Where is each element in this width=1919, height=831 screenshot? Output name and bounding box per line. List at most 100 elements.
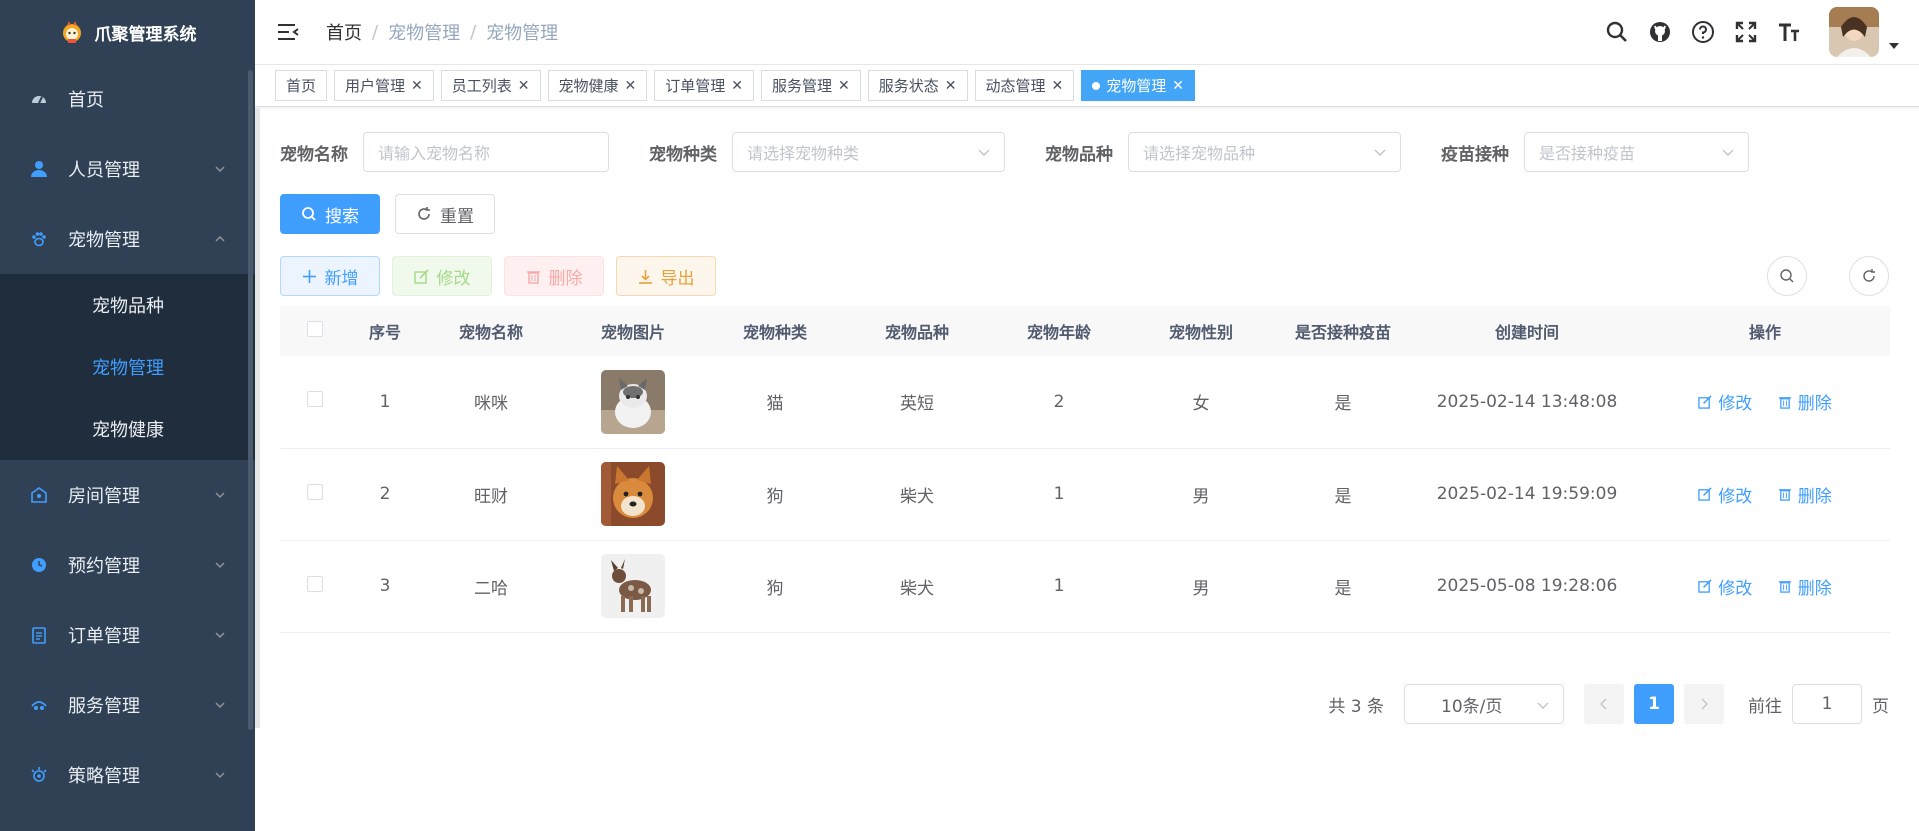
caret-down-icon[interactable]	[1889, 43, 1899, 49]
search-icon	[1780, 269, 1794, 283]
search-icon[interactable]	[1604, 19, 1630, 45]
navbar: 首页 / 宠物管理 / 宠物管理	[255, 0, 1919, 65]
breadcrumb-separator: /	[470, 21, 477, 43]
sidebar-item-home[interactable]: 首页	[0, 64, 255, 134]
cell-age: 2	[1053, 391, 1065, 412]
edit-button[interactable]: 修改	[392, 256, 492, 296]
tag-pet-health[interactable]: 宠物健康 ✕	[547, 70, 648, 101]
row-checkbox[interactable]	[307, 391, 323, 408]
cell-actions: 修改 删除	[1640, 356, 1890, 448]
row-edit-button[interactable]: 修改	[1698, 389, 1752, 414]
row-select-cell	[280, 356, 350, 448]
tag-service-manage[interactable]: 服务管理 ✕	[761, 70, 861, 101]
cell-created-time: 2025-05-08 19:28:06	[1436, 576, 1618, 596]
column-header: 宠物种类	[742, 323, 807, 342]
add-button[interactable]: 新增	[280, 256, 380, 296]
cell-name: 旺财	[474, 486, 508, 507]
sidebar-item-orders[interactable]: 订单管理	[0, 600, 255, 670]
close-icon[interactable]: ✕	[731, 78, 743, 94]
vaccine-select[interactable]: 是否接种疫苗	[1524, 132, 1749, 172]
pet-name-placeholder: 请输入宠物名称	[378, 144, 491, 163]
close-icon[interactable]: ✕	[1052, 78, 1064, 94]
vaccine-placeholder: 是否接种疫苗	[1539, 144, 1636, 163]
row-edit-button[interactable]: 修改	[1698, 574, 1752, 599]
pet-image-shiba[interactable]	[601, 462, 665, 526]
goto-page-input[interactable]: 1	[1792, 684, 1862, 724]
reset-button[interactable]: 重置	[395, 194, 495, 234]
search-button[interactable]: 搜索	[280, 194, 380, 234]
add-button-label: 新增	[324, 268, 359, 289]
row-edit-label: 修改	[1718, 394, 1753, 415]
cell-age: 1	[1053, 576, 1065, 596]
row-delete-button[interactable]: 删除	[1778, 482, 1832, 507]
next-page-button[interactable]	[1684, 684, 1724, 724]
toggle-search-button[interactable]	[1767, 256, 1807, 296]
column-header: 操作	[1748, 323, 1781, 342]
sidebar-item-room[interactable]: 房间管理	[0, 460, 255, 530]
strategy-icon	[30, 766, 48, 784]
breadcrumb-separator: /	[372, 21, 379, 43]
sidebar-item-strategy[interactable]: 策略管理	[0, 740, 255, 810]
tag-pet-manage[interactable]: 宠物管理 ✕	[1081, 70, 1196, 101]
tag-staff-list[interactable]: 员工列表 ✕	[440, 70, 541, 101]
export-button[interactable]: 导出	[616, 256, 716, 296]
tag-moments-manage[interactable]: 动态管理 ✕	[974, 70, 1075, 101]
pet-image-dog[interactable]	[601, 554, 665, 618]
row-edit-button[interactable]: 修改	[1698, 482, 1752, 507]
fullscreen-icon[interactable]	[1733, 19, 1759, 45]
sidebar-item-service[interactable]: 服务管理	[0, 670, 255, 740]
clock-icon	[30, 556, 48, 574]
cell-age: 1	[1053, 484, 1065, 504]
hamburger-icon[interactable]	[275, 19, 301, 45]
tag-order-manage[interactable]: 订单管理 ✕	[654, 70, 755, 101]
delete-button[interactable]: 删除	[504, 256, 604, 296]
chevron-down-icon	[215, 492, 225, 499]
sidebar-item-label: 首页	[68, 90, 104, 111]
row-checkbox[interactable]	[307, 575, 323, 592]
pet-breed-select[interactable]: 请选择宠物品种	[1128, 132, 1401, 172]
sidebar-scrollbar[interactable]	[248, 70, 253, 730]
row-delete-button[interactable]: 删除	[1778, 389, 1832, 414]
refresh-icon	[418, 207, 430, 220]
tag-service-status[interactable]: 服务状态 ✕	[867, 70, 968, 101]
breadcrumb-home[interactable]: 首页	[326, 19, 362, 45]
close-icon[interactable]: ✕	[518, 78, 530, 94]
download-icon	[638, 269, 652, 284]
tag-user-manage[interactable]: 用户管理 ✕	[334, 70, 434, 101]
goto-label: 前往	[1748, 696, 1782, 717]
sidebar-item-personnel[interactable]: 人员管理	[0, 134, 255, 204]
row-delete-button[interactable]: 删除	[1778, 574, 1832, 599]
sidebar-item-pets[interactable]: 宠物管理	[0, 204, 255, 274]
pet-type-select[interactable]: 请选择宠物种类	[732, 132, 1005, 172]
close-icon[interactable]: ✕	[411, 78, 423, 94]
trash-icon	[1778, 581, 1791, 593]
close-icon[interactable]: ✕	[625, 78, 637, 94]
close-icon[interactable]: ✕	[838, 78, 850, 94]
pet-name-input[interactable]: 请输入宠物名称	[363, 132, 609, 172]
sidebar-item-pet-health[interactable]: 宠物健康	[0, 398, 255, 460]
cell-no: 3	[379, 576, 391, 596]
font-size-icon[interactable]	[1776, 19, 1802, 45]
sidebar-item-pet-manage[interactable]: 宠物管理	[0, 336, 255, 398]
pet-image-cat[interactable]	[601, 369, 665, 434]
row-checkbox[interactable]	[307, 483, 323, 500]
logo[interactable]: 爪聚管理系统	[0, 0, 255, 64]
help-icon[interactable]	[1690, 19, 1716, 45]
refresh-button[interactable]	[1849, 256, 1889, 296]
column-header: 宠物性别	[1168, 323, 1233, 342]
select-all-checkbox[interactable]	[307, 321, 323, 337]
sidebar-item-pet-breed[interactable]: 宠物品种	[0, 274, 255, 336]
edit-icon	[1698, 395, 1712, 409]
close-icon[interactable]: ✕	[1172, 78, 1184, 94]
close-icon[interactable]: ✕	[945, 78, 957, 94]
page-size-select[interactable]: 10条/页	[1404, 684, 1564, 724]
search-actions: 搜索 重置	[280, 194, 1889, 234]
toolbar: 新增 修改 删除 导出	[280, 256, 1889, 296]
search-icon	[302, 207, 316, 221]
tag-home[interactable]: 首页	[275, 70, 328, 101]
prev-page-button[interactable]	[1584, 684, 1624, 724]
sidebar-item-booking[interactable]: 预约管理	[0, 530, 255, 600]
github-icon[interactable]	[1647, 19, 1673, 45]
avatar[interactable]	[1829, 7, 1879, 57]
page-number-current[interactable]: 1	[1634, 684, 1674, 724]
